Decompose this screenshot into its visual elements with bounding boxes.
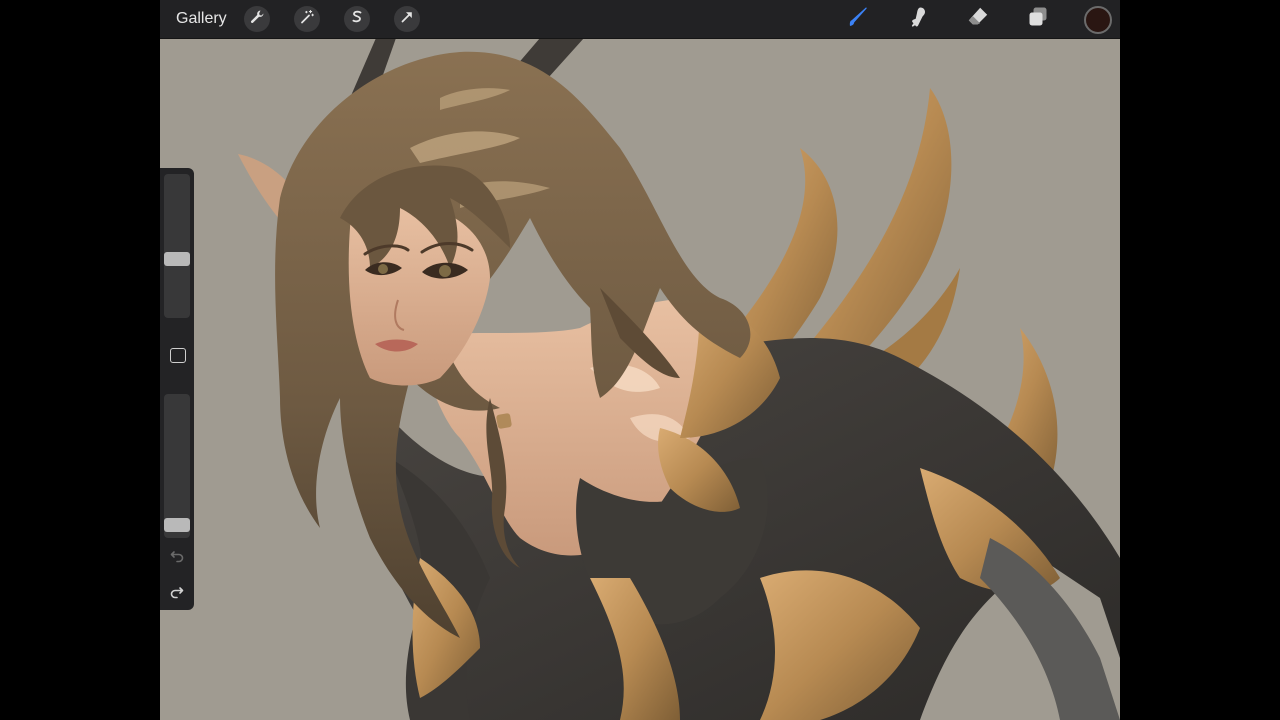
- selection-icon: [349, 9, 365, 30]
- adjustments-button[interactable]: [294, 6, 320, 32]
- undo-icon: [169, 548, 185, 569]
- brush-tool[interactable]: [844, 5, 872, 33]
- eraser-icon: [965, 4, 991, 35]
- artwork-illustration: [160, 38, 1120, 720]
- procreate-app: Gallery: [160, 0, 1120, 720]
- magic-wand-icon: [299, 9, 315, 30]
- smudge-tool[interactable]: [904, 5, 932, 33]
- sidebar: [160, 168, 194, 610]
- transform-button[interactable]: [394, 6, 420, 32]
- canvas[interactable]: [160, 38, 1120, 720]
- opacity-slider[interactable]: [164, 394, 190, 538]
- brush-size-slider[interactable]: [164, 174, 190, 318]
- redo-icon: [169, 584, 185, 605]
- brush-size-slider-thumb[interactable]: [164, 252, 190, 266]
- modify-button[interactable]: [170, 348, 186, 363]
- wrench-icon: [249, 9, 265, 30]
- redo-button[interactable]: [160, 582, 194, 606]
- top-toolbar: Gallery: [160, 0, 1120, 39]
- undo-button[interactable]: [160, 546, 194, 570]
- layers-tool[interactable]: [1024, 5, 1052, 33]
- opacity-slider-thumb[interactable]: [164, 518, 190, 532]
- smudge-icon: [905, 4, 931, 35]
- gallery-button[interactable]: Gallery: [176, 0, 227, 38]
- transform-arrow-icon: [399, 9, 415, 30]
- eraser-tool[interactable]: [964, 5, 992, 33]
- brush-icon: [845, 4, 871, 35]
- actions-button[interactable]: [244, 6, 270, 32]
- selection-button[interactable]: [344, 6, 370, 32]
- layers-icon: [1025, 4, 1051, 35]
- color-swatch[interactable]: [1084, 6, 1112, 34]
